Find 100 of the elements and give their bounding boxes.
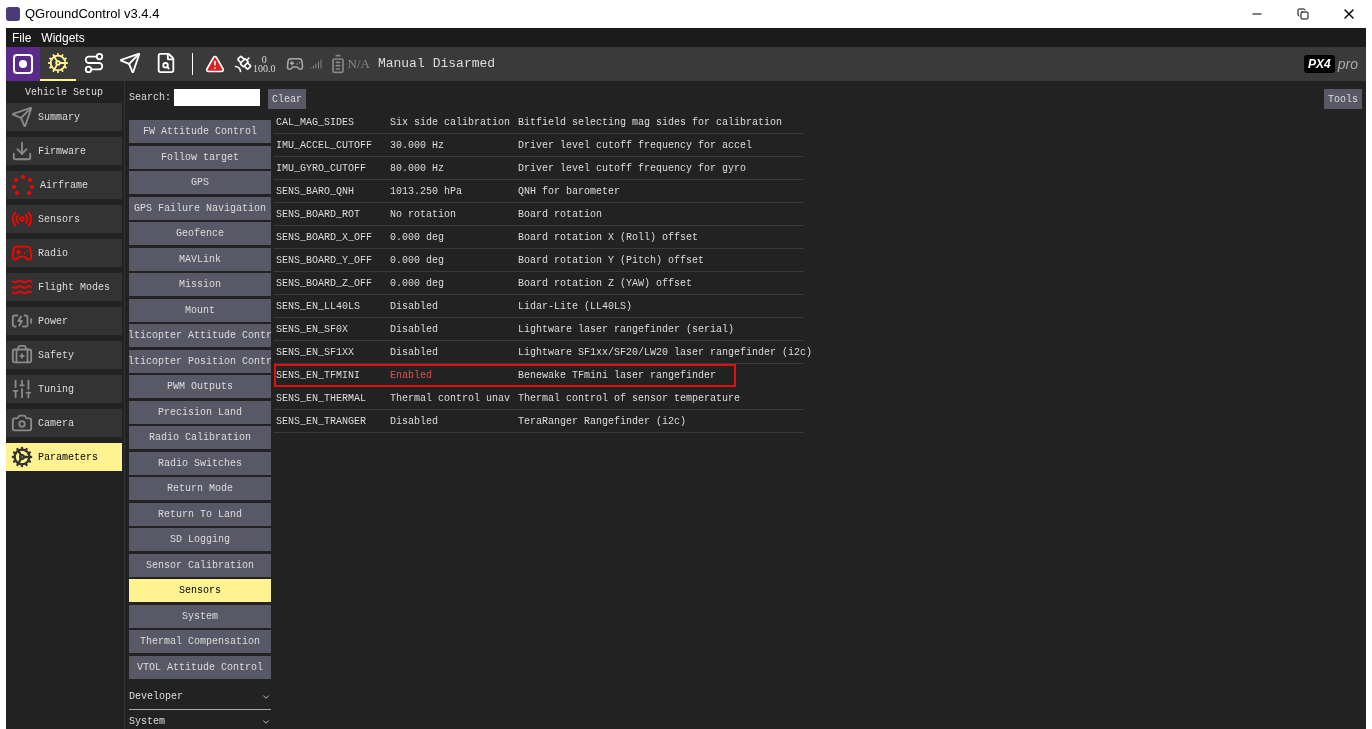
param-value: 0.000 deg <box>390 253 445 268</box>
param-description: Driver level cutoff frequency for gyro <box>518 161 747 176</box>
group-button[interactable]: PWM Outputs <box>129 375 271 398</box>
group-button[interactable]: Mount <box>129 298 271 322</box>
param-row[interactable]: SENS_EN_LL40LS Disabled Lidar-Lite (LL40LS) <box>274 295 804 318</box>
sidebar-item[interactable]: Summary <box>6 103 122 131</box>
warning-icon[interactable] <box>205 54 225 74</box>
param-name: IMU_GYRO_CUTOFF <box>275 161 367 176</box>
param-row[interactable]: SENS_BOARD_ROT No rotation Board rotation <box>274 203 804 226</box>
sidebar-item[interactable]: Safety <box>6 341 122 369</box>
flight-mode[interactable]: Manual <box>377 54 425 74</box>
param-row[interactable]: SENS_EN_THERMAL Thermal control unav Thermal control of sensor temperature <box>274 387 804 410</box>
group-button[interactable]: Sensors <box>129 579 271 602</box>
sidebar-item[interactable]: Camera <box>6 409 122 437</box>
restore-icon <box>1297 8 1309 20</box>
camera-icon <box>11 412 33 434</box>
param-value: Enabled <box>390 368 433 383</box>
tools-button[interactable]: Tools <box>1324 89 1362 109</box>
group-button[interactable]: Radio Switches <box>129 451 271 475</box>
param-value: 0.000 deg <box>390 230 445 245</box>
param-name: SENS_EN_SF0X <box>275 322 349 337</box>
group-button[interactable]: GPS <box>129 171 271 194</box>
group-button[interactable]: lticopter Position Contr <box>129 349 271 373</box>
arm-state[interactable]: Disarmed <box>432 54 496 74</box>
param-row[interactable]: SENS_BOARD_Z_OFF 0.000 deg Board rotation Z (YAW) offset <box>274 272 804 295</box>
sliders-icon <box>11 378 33 400</box>
sidebar-item[interactable]: Flight Modes <box>6 273 122 301</box>
param-row[interactable]: SENS_BOARD_X_OFF 0.000 deg Board rotation X (Roll) offset <box>274 226 804 249</box>
param-row[interactable]: SENS_EN_SF0X Disabled Lightware laser rangefinder (serial) <box>274 318 804 341</box>
group-button[interactable]: MAVLink <box>129 247 271 271</box>
param-description: Benewake TFmini laser rangefinder <box>518 368 717 383</box>
group-button[interactable]: VTOL Attitude Control <box>129 655 271 679</box>
search-field[interactable] <box>174 89 260 106</box>
param-value: Disabled <box>390 414 439 429</box>
param-name: IMU_ACCEL_CUTOFF <box>275 138 373 153</box>
sidebar-item[interactable]: Sensors <box>6 205 122 233</box>
param-description: Lightware laser rangefinder (serial) <box>518 322 735 337</box>
param-description: Board rotation X (Roll) offset <box>518 230 699 245</box>
dots-ring-icon <box>11 175 35 195</box>
menu-item[interactable]: Widgets <box>41 28 85 47</box>
group-button[interactable]: System <box>129 604 271 628</box>
group-button[interactable]: Return To Land <box>129 502 271 526</box>
param-name: SENS_EN_SF1XX <box>275 345 355 360</box>
param-description: Board rotation Y (Pitch) offset <box>518 253 705 268</box>
brand-logo: PX4 pro <box>1304 53 1358 75</box>
param-value: Six side calibration <box>390 115 512 130</box>
sidebar-item[interactable]: Firmware <box>6 137 122 165</box>
rc-transmitter-icon[interactable] <box>285 55 304 73</box>
menu-item[interactable]: File <box>12 28 32 47</box>
clear-button[interactable]: Clear <box>268 89 306 109</box>
param-description: Driver level cutoff frequency for accel <box>518 138 753 153</box>
param-row[interactable]: IMU_GYRO_CUTOFF 80.000 Hz Driver level cutoff frequency for gyro <box>274 157 804 180</box>
param-description: Thermal control of sensor temperature <box>518 391 741 406</box>
param-description: QNH for barometer <box>518 184 621 199</box>
group-button[interactable]: Geofence <box>129 222 271 245</box>
param-description: Board rotation <box>518 207 602 222</box>
param-name: CAL_MAG_SIDES <box>275 115 355 130</box>
paper-plane-icon <box>119 52 141 74</box>
sidebar-item[interactable]: Radio <box>6 239 122 267</box>
param-value: Disabled <box>390 345 439 360</box>
group-button[interactable]: Thermal Compensation <box>129 630 271 653</box>
param-name: SENS_EN_THERMAL <box>275 391 367 406</box>
group-button[interactable]: Sensor Calibration <box>129 553 271 577</box>
sidebar-item[interactable]: Tuning <box>6 375 122 403</box>
group-button[interactable]: Precision Land <box>129 400 271 424</box>
search-label: Search: <box>129 91 171 105</box>
param-name: SENS_EN_LL40LS <box>275 299 361 314</box>
app-icon <box>6 7 20 21</box>
param-name: SENS_EN_TFMINI <box>275 368 361 383</box>
group-button[interactable]: Radio Calibration <box>129 426 271 449</box>
group-button[interactable]: Return Mode <box>129 477 271 500</box>
gps-count: 0 <box>261 55 267 64</box>
param-row[interactable]: SENS_EN_TRANGER Disabled TeraRanger Rangefinder (i2c) <box>274 410 804 433</box>
section-header[interactable]: System <box>129 709 271 729</box>
param-row[interactable]: SENS_BOARD_Y_OFF 0.000 deg Board rotation Y (Pitch) offset <box>274 249 804 272</box>
sidebar-item[interactable]: Power <box>6 307 122 335</box>
param-row[interactable]: SENS_BARO_QNH 1013.250 hPa QNH for barometer <box>274 180 804 203</box>
param-row[interactable]: SENS_EN_TFMINI Enabled Benewake TFmini laser rangefinder <box>274 364 736 387</box>
param-value: 30.000 Hz <box>390 138 445 153</box>
satellite-icon[interactable] <box>233 54 253 74</box>
param-value: 80.000 Hz <box>390 161 445 176</box>
param-description: Bitfield selecting mag sides for calibration <box>518 115 783 130</box>
param-description: TeraRanger Rangefinder (i2c) <box>518 414 687 429</box>
group-button[interactable]: Follow target <box>129 145 271 169</box>
param-row[interactable]: CAL_MAG_SIDES Six side calibration Bitfield selecting mag sides for calibration <box>274 111 804 134</box>
window-title: QGroundControl v3.4.4 <box>25 5 160 24</box>
group-button[interactable]: FW Attitude Control <box>129 120 271 143</box>
group-button[interactable]: lticopter Attitude Contr <box>129 324 271 347</box>
param-value: Disabled <box>390 322 439 337</box>
group-button[interactable]: GPS Failure Navigation <box>129 196 271 220</box>
section-header[interactable]: Developer <box>129 684 271 710</box>
sidebar-item[interactable]: Airframe <box>6 171 122 199</box>
param-name: SENS_BOARD_Y_OFF <box>275 253 373 268</box>
param-row[interactable]: IMU_ACCEL_CUTOFF 30.000 Hz Driver level cutoff frequency for accel <box>274 134 804 157</box>
document-search-icon <box>155 52 177 74</box>
logo-button[interactable] <box>6 47 40 81</box>
sidebar-item[interactable]: Parameters <box>6 443 122 471</box>
paper-plane-icon <box>11 106 33 128</box>
group-button[interactable]: Mission <box>129 273 271 296</box>
group-button[interactable]: SD Logging <box>129 528 271 551</box>
